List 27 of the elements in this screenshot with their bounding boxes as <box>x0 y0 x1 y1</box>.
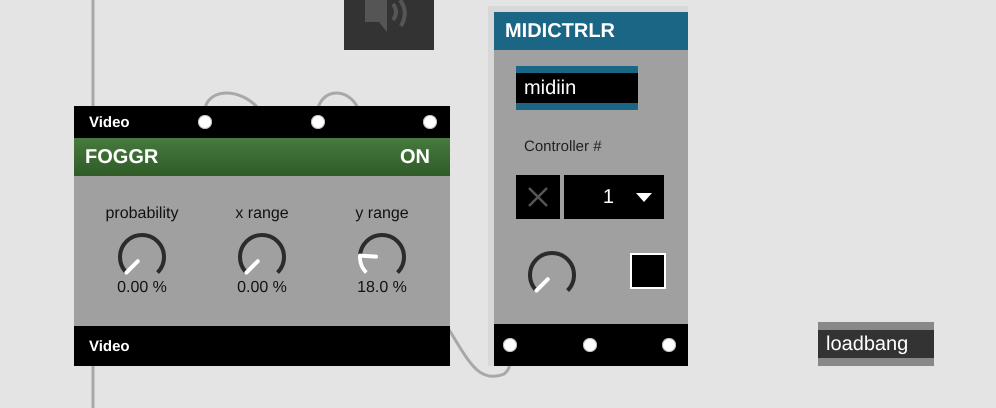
inlet-port[interactable] <box>423 115 437 129</box>
knob-label: x range <box>235 205 289 223</box>
patch-cord <box>92 364 94 408</box>
toggle-checkbox[interactable] <box>630 253 666 289</box>
outlet-port[interactable] <box>503 338 517 352</box>
object-box[interactable]: midiin <box>516 66 638 110</box>
inlet-label: Video <box>89 114 130 130</box>
device-title: MIDICTRLR <box>505 20 615 42</box>
knob-value: 18.0 % <box>357 279 407 297</box>
power-status[interactable]: ON <box>400 146 430 168</box>
knob-value: 0.00 % <box>237 279 287 297</box>
object-box[interactable]: loadbang <box>818 322 934 366</box>
close-icon <box>527 186 549 208</box>
outlet-port[interactable] <box>662 338 676 352</box>
caret-icon <box>636 192 652 202</box>
patch-cord <box>316 92 360 109</box>
inlet-port[interactable] <box>311 115 325 129</box>
knob-label: probability <box>106 205 178 223</box>
clear-button[interactable] <box>516 175 560 219</box>
controller-label: Controller # <box>524 138 603 155</box>
inlet-port[interactable] <box>198 115 212 129</box>
device-title: FOGGR <box>85 146 158 168</box>
knob-label: y range <box>355 205 409 223</box>
knob-value: 0.00 % <box>117 279 167 297</box>
outlet-port[interactable] <box>582 338 596 352</box>
controller-dropdown[interactable]: 1 <box>564 175 664 219</box>
outlet-label: Video <box>89 338 130 354</box>
